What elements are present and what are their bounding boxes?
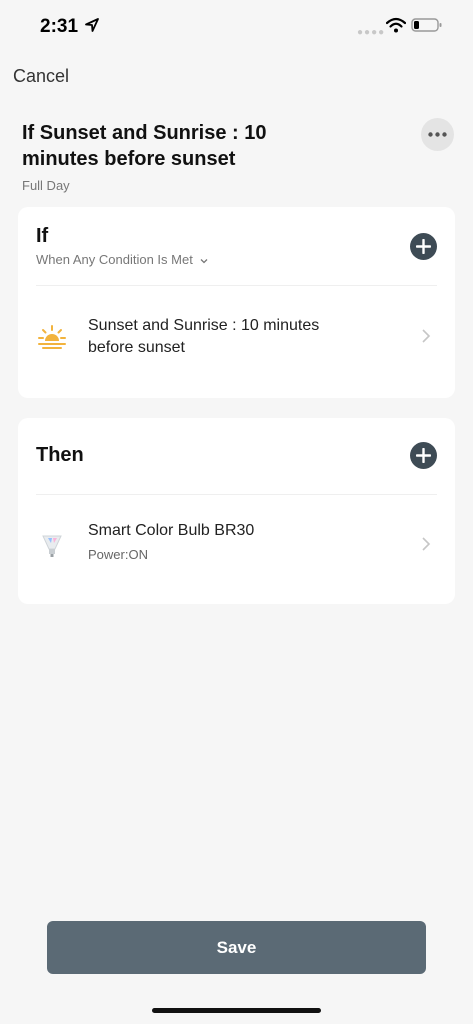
action-item[interactable]: Smart Color Bulb BR30 Power:ON	[18, 502, 455, 588]
chevron-right-icon	[422, 329, 431, 343]
add-action-button[interactable]	[410, 442, 437, 469]
if-heading: If	[36, 225, 49, 247]
smart-bulb-icon	[42, 535, 62, 557]
divider	[36, 285, 437, 286]
if-section: If When Any Condition Is Met Sunset and …	[18, 207, 455, 398]
plus-icon	[416, 239, 431, 254]
home-indicator	[152, 1008, 321, 1013]
action-subtitle: Power:ON	[88, 547, 148, 562]
page-title: If Sunset and Sunrise : 10 minutes befor…	[22, 122, 267, 170]
battery-icon	[411, 18, 442, 32]
action-title: Smart Color Bulb BR30	[88, 522, 255, 539]
condition-item[interactable]: Sunset and Sunrise : 10 minutes before s…	[18, 293, 455, 379]
save-button[interactable]: Save	[47, 921, 426, 974]
plus-icon	[416, 448, 431, 463]
condition-title: Sunset and Sunrise : 10 minutes before s…	[88, 317, 320, 356]
condition-mode-dropdown[interactable]: When Any Condition Is Met	[36, 252, 208, 267]
chevron-down-icon	[200, 258, 208, 263]
ellipsis-icon	[428, 132, 447, 137]
more-options-button[interactable]	[421, 118, 454, 151]
condition-mode-label: When Any Condition Is Met	[36, 252, 193, 267]
sunset-icon	[38, 325, 66, 349]
wifi-icon	[386, 17, 406, 33]
page-subtitle: Full Day	[22, 178, 70, 193]
cancel-button[interactable]: Cancel	[13, 66, 69, 87]
status-bar: 2:31 ●●●●	[0, 0, 473, 54]
then-section: Then Smart Color Bulb BR30 Power:ON	[18, 418, 455, 604]
location-arrow-icon	[85, 18, 99, 32]
signal-dots-icon: ●●●●	[357, 27, 386, 38]
add-condition-button[interactable]	[410, 233, 437, 260]
divider	[36, 494, 437, 495]
then-heading: Then	[36, 444, 84, 466]
chevron-right-icon	[422, 537, 431, 551]
status-time: 2:31	[40, 16, 79, 37]
